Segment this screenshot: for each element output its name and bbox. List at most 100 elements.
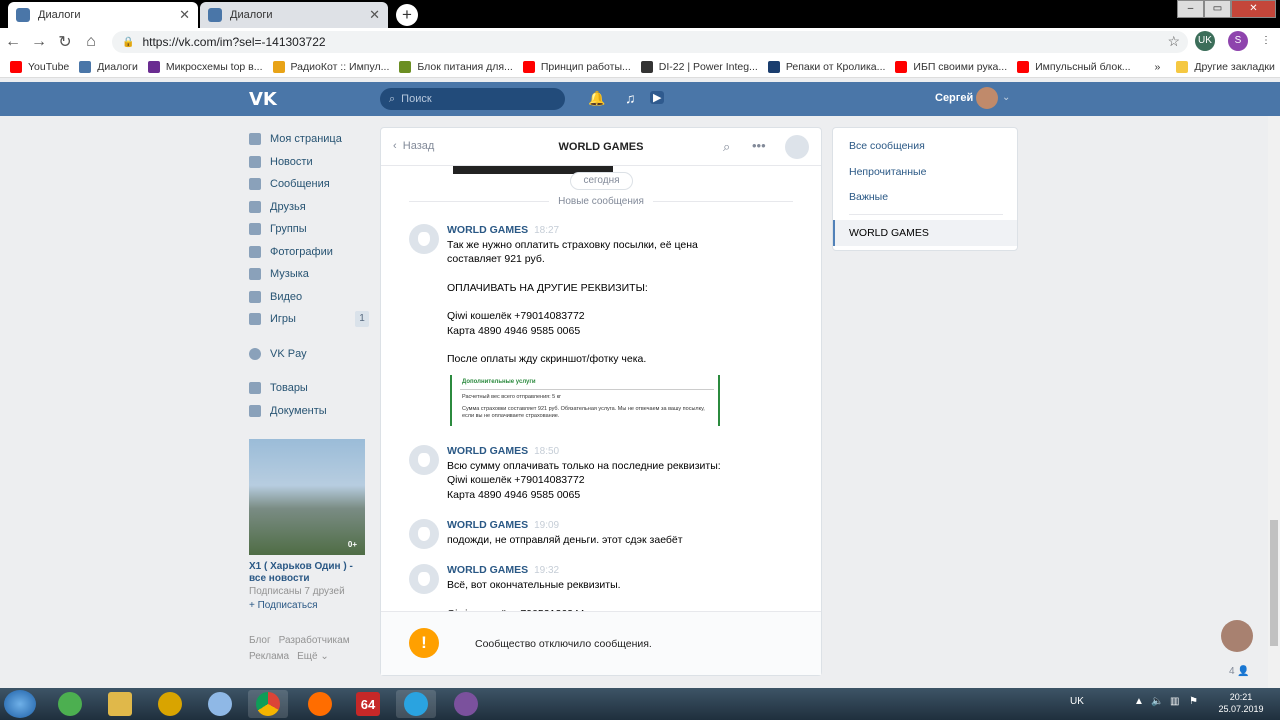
- music-note-icon[interactable]: ♫: [625, 90, 636, 106]
- home-icon[interactable]: ⌂: [78, 33, 104, 51]
- bookmark-pulse-psu[interactable]: Импульсный блок...: [1017, 60, 1131, 73]
- vkpay-icon: [249, 347, 261, 360]
- profile-avatar-icon[interactable]: S: [1228, 31, 1248, 51]
- footer-link-blog[interactable]: Блог: [249, 635, 271, 646]
- bookmark-repacks[interactable]: Репаки от Кролика...: [767, 60, 885, 73]
- new-tab-button[interactable]: +: [396, 4, 418, 26]
- avast-icon[interactable]: [150, 690, 190, 718]
- bell-icon[interactable]: 🔔: [588, 90, 605, 107]
- bookmark-di22[interactable]: DI-22 | Power Integ...: [640, 60, 758, 73]
- sidebar-item-messages[interactable]: Сообщения: [249, 173, 369, 196]
- play-icon[interactable]: ▶: [650, 91, 665, 104]
- sender-avatar[interactable]: [409, 564, 439, 594]
- language-indicator[interactable]: UK: [1070, 696, 1084, 707]
- more-dots-icon[interactable]: •••: [752, 138, 766, 153]
- vk-logo[interactable]: VK: [249, 89, 277, 110]
- paint-icon[interactable]: [200, 690, 240, 718]
- sender-name[interactable]: WORLD GAMES: [447, 519, 528, 531]
- firefox-icon[interactable]: [300, 690, 340, 718]
- user-avatar[interactable]: [976, 87, 998, 109]
- subscribe-link[interactable]: + Подписаться: [249, 600, 318, 611]
- footer-link-developers[interactable]: Разработчикам: [279, 635, 350, 646]
- footer-link-ads[interactable]: Реклама: [249, 651, 289, 662]
- vk-search-input[interactable]: ⌕ Поиск: [380, 88, 565, 110]
- promo-image[interactable]: 0+: [249, 439, 365, 555]
- page-scrollbar[interactable]: [1268, 116, 1280, 688]
- utorrent-icon[interactable]: [50, 690, 90, 718]
- menu-kebab-icon[interactable]: ⋮: [1256, 31, 1276, 51]
- sidebar-item-video[interactable]: Видео: [249, 286, 369, 309]
- forward-arrow-icon[interactable]: →: [26, 33, 52, 51]
- sidebar-item-friends[interactable]: Друзья: [249, 196, 369, 219]
- sidebar-item-vkpay[interactable]: VK Pay: [249, 343, 369, 366]
- sidebar-item-photos[interactable]: Фотографии: [249, 241, 369, 264]
- bookmark-radiokot[interactable]: РадиоКот :: Импул...: [272, 60, 389, 73]
- search-icon[interactable]: ⌕: [723, 139, 730, 155]
- filter-all-messages[interactable]: Все сообщения: [849, 140, 925, 152]
- sidebar-item-my-page[interactable]: Моя страница: [249, 128, 369, 151]
- start-button[interactable]: [4, 690, 36, 718]
- network-icon[interactable]: ▥: [1170, 696, 1179, 707]
- sidebar-item-music[interactable]: Музыка: [249, 263, 369, 286]
- sidebar-item-games[interactable]: Игры 1: [249, 308, 369, 331]
- close-tab-icon[interactable]: ✕: [179, 7, 190, 23]
- person-icon: [249, 200, 261, 213]
- tray-arrow-icon[interactable]: ▲: [1134, 696, 1144, 707]
- file-explorer-icon[interactable]: [100, 690, 140, 718]
- address-bar[interactable]: 🔒 https://vk.com/im?sel=-141303722 ☆: [112, 31, 1188, 53]
- receipt-image-attachment[interactable]: Дополнительные услуги Расчетный вес всег…: [450, 375, 720, 426]
- bookmark-star-icon[interactable]: ☆: [1167, 33, 1180, 50]
- minimize-button[interactable]: –: [1177, 0, 1204, 18]
- bookmark-youtube[interactable]: YouTube: [10, 60, 69, 73]
- bookmark-ups[interactable]: ИБП своими рука...: [895, 60, 1007, 73]
- bookmarks-overflow-button[interactable]: »: [1155, 61, 1161, 73]
- telegram-icon[interactable]: [396, 690, 436, 718]
- tab-dialogs-active[interactable]: Диалоги ✕: [8, 2, 198, 28]
- sender-avatar[interactable]: [409, 519, 439, 549]
- aida64-icon[interactable]: 64: [348, 690, 388, 718]
- filter-unread[interactable]: Непрочитанные: [849, 166, 926, 178]
- bookmark-dialogs[interactable]: Диалоги: [79, 60, 138, 73]
- bookmark-principle[interactable]: Принцип работы...: [522, 60, 631, 73]
- chevron-down-icon[interactable]: ⌄: [1002, 92, 1010, 103]
- sidebar-item-news[interactable]: Новости: [249, 151, 369, 174]
- sidebar-item-documents[interactable]: Документы: [249, 400, 369, 423]
- close-window-button[interactable]: ✕: [1231, 0, 1276, 18]
- sender-avatar[interactable]: [409, 445, 439, 475]
- bookmark-power-supply[interactable]: Блок питания для...: [399, 60, 513, 73]
- sender-avatar[interactable]: [409, 224, 439, 254]
- viber-icon[interactable]: [446, 690, 486, 718]
- bookmark-microchips[interactable]: Микросхемы top в...: [147, 60, 263, 73]
- messages-disabled-notice: Сообщество отключило сообщения.: [475, 638, 652, 650]
- search-icon: ⌕: [389, 92, 396, 105]
- back-arrow-icon[interactable]: ←: [0, 33, 26, 51]
- tab-dialogs[interactable]: Диалоги ✕: [200, 2, 388, 28]
- reload-icon[interactable]: ↻: [52, 32, 78, 52]
- other-bookmarks[interactable]: Другие закладки: [1176, 60, 1275, 73]
- chrome-icon[interactable]: [248, 690, 288, 718]
- chat-bubble-icon: [249, 178, 261, 191]
- sidebar-item-goods[interactable]: Товары: [249, 377, 369, 400]
- filter-important[interactable]: Важные: [849, 191, 888, 203]
- promo-title[interactable]: Х1 ( Харьков Один ) - все новости: [249, 561, 369, 585]
- divider-line: [653, 201, 793, 202]
- language-extension-icon[interactable]: UK: [1195, 31, 1215, 51]
- footer-link-more[interactable]: Ещё ⌄: [297, 651, 329, 662]
- youtube-icon: [10, 60, 22, 73]
- scrollbar-thumb[interactable]: [1270, 520, 1278, 646]
- volume-icon[interactable]: 🔈: [1151, 696, 1163, 707]
- close-tab-icon[interactable]: ✕: [369, 7, 380, 23]
- sender-name[interactable]: WORLD GAMES: [447, 224, 528, 236]
- chat-avatar[interactable]: [785, 135, 809, 159]
- flag-icon[interactable]: ⚑: [1189, 696, 1198, 707]
- chat-dock-avatar[interactable]: [1221, 620, 1253, 652]
- maximize-button[interactable]: ▭: [1204, 0, 1231, 18]
- message-header: WORLD GAMES 19:09: [447, 519, 559, 531]
- message-header: WORLD GAMES 18:27: [447, 224, 559, 236]
- sender-name[interactable]: WORLD GAMES: [447, 564, 528, 576]
- system-clock[interactable]: 20:21 25.07.2019: [1211, 691, 1271, 715]
- filter-selected-dialog[interactable]: WORLD GAMES: [833, 220, 1017, 246]
- user-name[interactable]: Сергей: [935, 92, 973, 104]
- sender-name[interactable]: WORLD GAMES: [447, 445, 528, 457]
- sidebar-item-groups[interactable]: Группы: [249, 218, 369, 241]
